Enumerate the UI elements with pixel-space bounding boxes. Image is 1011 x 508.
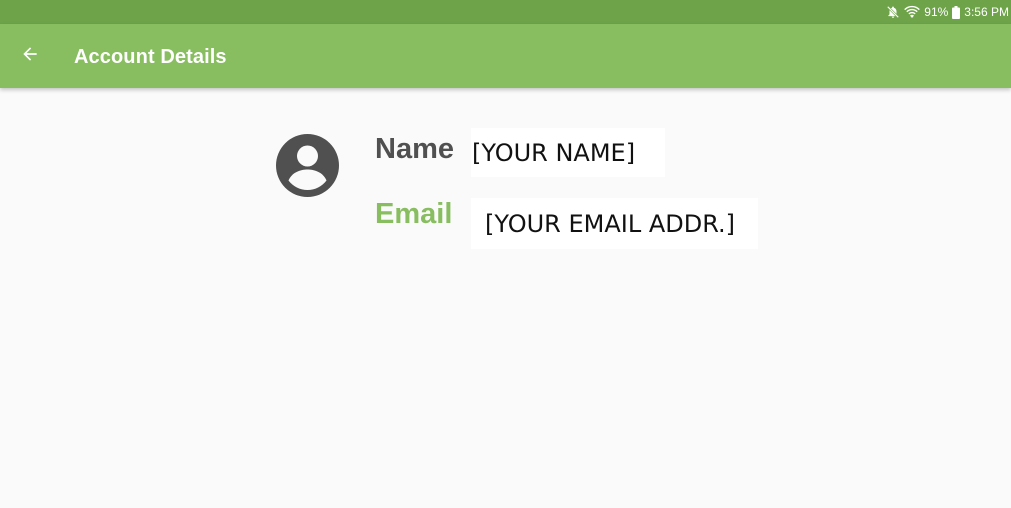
email-field[interactable] <box>471 198 758 249</box>
app-bar: Account Details <box>0 24 1011 88</box>
email-label: Email <box>375 198 453 230</box>
mute-icon <box>886 5 900 19</box>
wifi-icon <box>904 5 921 19</box>
clock: 3:56 PM <box>964 5 1009 19</box>
arrow-left-icon <box>20 44 40 69</box>
battery-percent: 91% <box>924 5 949 19</box>
account-circle-icon <box>276 134 339 197</box>
back-button[interactable] <box>14 40 46 72</box>
battery-icon <box>952 5 961 19</box>
name-label: Name <box>375 133 454 165</box>
name-field[interactable] <box>471 128 665 177</box>
status-bar: 91% 3:56 PM <box>0 0 1011 24</box>
status-icons: 91% 3:56 PM <box>886 4 1009 20</box>
page-title: Account Details <box>74 46 227 68</box>
